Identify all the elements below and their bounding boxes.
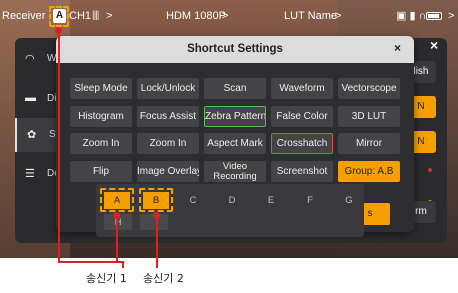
chevron-right-icon[interactable]: > <box>106 10 112 22</box>
shortcut-button-flip[interactable]: Flip <box>70 161 132 182</box>
close-icon[interactable]: × <box>430 37 438 53</box>
battery-icon <box>426 12 442 20</box>
shortcut-button-aspect-mark[interactable]: Aspect Mark <box>204 133 266 154</box>
shortcut-button-image-overlay[interactable]: Image Overlay <box>137 161 199 182</box>
annotation-line <box>122 261 124 268</box>
video-format-label[interactable]: HDM 1080P <box>166 10 226 22</box>
close-icon[interactable]: × <box>394 41 401 55</box>
device-icon: ☰ <box>25 168 35 180</box>
dialog-header: Shortcut Settings × <box>56 36 414 63</box>
dialog-title: Shortcut Settings <box>187 43 283 55</box>
highlight-transmitter-chip <box>49 6 69 27</box>
shortcut-button-screenshot[interactable]: Screenshot <box>271 161 333 182</box>
shortcut-button-histogram[interactable]: Histogram <box>70 106 132 127</box>
annotation-line <box>58 261 124 263</box>
annotation-label-transmitter-2: 송신기 2 <box>143 272 184 285</box>
chevron-right-icon[interactable]: > <box>222 10 228 22</box>
shortcut-button-zoom-in[interactable]: Zoom In <box>137 133 199 154</box>
shortcut-button-focus-assist[interactable]: Focus Assist <box>137 106 199 127</box>
highlight-group-b <box>139 188 173 212</box>
group-item-c[interactable]: C <box>180 192 206 209</box>
group-item-d[interactable]: D <box>219 192 245 209</box>
annotation-line <box>116 215 118 262</box>
shortcut-button-scan[interactable]: Scan <box>204 78 266 99</box>
chevron-right-icon[interactable]: > <box>448 10 454 22</box>
group-item-e[interactable]: E <box>258 192 284 209</box>
group-item-g[interactable]: G <box>336 192 362 209</box>
monitor-screen: Receiver A CH1 |||| > HDM 1080P > LUT Na… <box>0 0 458 258</box>
shortcut-button-group-select[interactable]: Group: A,B <box>338 161 400 182</box>
highlight-group-a <box>100 188 134 212</box>
group-item-f[interactable]: F <box>297 192 323 209</box>
display-icon: ▬ <box>25 92 36 104</box>
shortcut-button-false-color[interactable]: False Color <box>271 106 333 127</box>
shortcut-button-zoom-in[interactable]: Zoom In <box>70 133 132 154</box>
shortcut-button-video-recording[interactable]: Video Recording <box>204 161 266 182</box>
status-dot-red <box>428 168 432 172</box>
shortcut-button-mirror[interactable]: Mirror <box>338 133 400 154</box>
shortcut-button-vectorscope[interactable]: Vectorscope <box>338 78 400 99</box>
channel-label: CH1 <box>69 10 92 22</box>
gear-icon: ✿ <box>27 129 37 141</box>
shortcut-button-sleep-mode[interactable]: Sleep Mode <box>70 78 132 99</box>
annotation-line <box>58 30 60 262</box>
annotation-label-transmitter-1: 송신기 1 <box>86 272 127 285</box>
receiver-label[interactable]: Receiver <box>2 10 45 22</box>
lut-name-label[interactable]: LUT Name <box>284 10 337 22</box>
chevron-right-icon[interactable]: > <box>335 10 341 22</box>
wifi-icon: ◠ <box>25 53 35 65</box>
shortcut-button-crosshatch[interactable]: Crosshatch <box>271 133 333 154</box>
annotation-line <box>156 215 158 268</box>
shortcut-button-waveform[interactable]: Waveform <box>271 78 333 99</box>
status-icons: ▣ ▮ ∩ <box>396 10 427 22</box>
shortcut-button-lock-unlock[interactable]: Lock/Unlock <box>137 78 199 99</box>
shortcut-button-zebra-pattern[interactable]: Zebra Pattern <box>204 106 266 127</box>
signal-bars-icon: |||| <box>92 10 99 21</box>
shortcut-button-3d-lut[interactable]: 3D LUT <box>338 106 400 127</box>
